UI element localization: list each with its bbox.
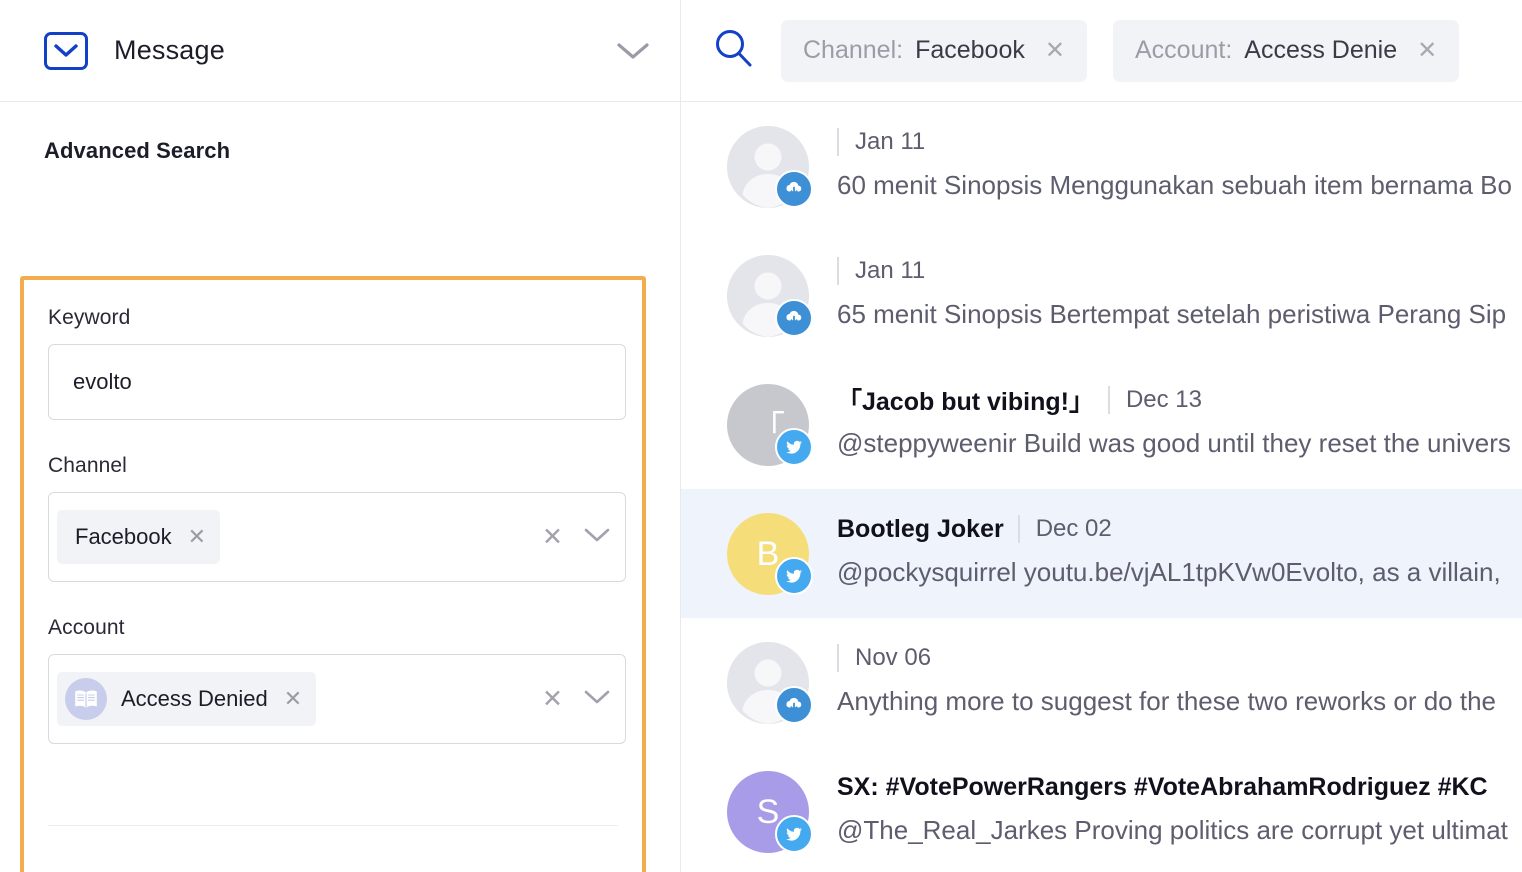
avatar: B bbox=[727, 513, 813, 595]
advanced-search-panel: Message Advanced Search Keyword Channel bbox=[0, 0, 681, 872]
filter-chip-account-value: Access Denie bbox=[1244, 36, 1398, 64]
advanced-search-title: Advanced Search bbox=[44, 138, 231, 163]
meta-divider bbox=[837, 128, 839, 156]
channel-tag[interactable]: Facebook ✕ bbox=[57, 510, 221, 564]
panel-header: Message bbox=[0, 0, 680, 102]
message-meta: Bootleg Joker Dec 02 bbox=[837, 511, 1522, 547]
message-date: Dec 02 bbox=[1035, 515, 1112, 542]
message-row[interactable]: Jan 11 65 menit Sinopsis Bertempat setela… bbox=[681, 231, 1522, 360]
twitter-icon bbox=[775, 428, 813, 466]
message-snippet: @pockysquirrel youtu.be/vjAL1tpKVw0Evolt… bbox=[837, 557, 1501, 587]
account-select[interactable]: Access Denied ✕ ✕ bbox=[48, 654, 626, 744]
account-dropdown-chevron-down-icon[interactable] bbox=[583, 688, 611, 710]
avatar bbox=[727, 126, 813, 208]
channel-clear-close-icon[interactable]: ✕ bbox=[542, 524, 563, 550]
keyword-field-group: Keyword bbox=[48, 306, 626, 420]
message-list: Jan 11 60 menit Sinopsis Menggunakan sebu… bbox=[681, 102, 1522, 872]
channel-dropdown-chevron-down-icon[interactable] bbox=[583, 526, 611, 548]
form-divider bbox=[48, 825, 618, 826]
avatar: 「 bbox=[727, 384, 813, 466]
channel-field-group: Channel Facebook ✕ ✕ bbox=[48, 454, 626, 582]
filter-chip-account-close-icon[interactable]: ✕ bbox=[1417, 36, 1437, 65]
account-field-group: Account Access Denied ✕ ✕ bbox=[48, 616, 626, 744]
book-icon bbox=[65, 678, 107, 720]
filter-chip-channel[interactable]: Channel: Facebook ✕ bbox=[781, 19, 1087, 82]
filter-chip-channel-key: Channel: bbox=[803, 36, 904, 64]
message-row[interactable]: 「「Jacob but vibing!」 Dec 13 @steppyweenir … bbox=[681, 360, 1522, 489]
message-body: Jan 11 65 menit Sinopsis Bertempat setela… bbox=[837, 253, 1522, 330]
account-tag-close-icon[interactable]: ✕ bbox=[284, 688, 302, 710]
keyword-label: Keyword bbox=[48, 306, 131, 329]
advanced-search-body: Advanced Search Keyword Channel Facebook… bbox=[0, 102, 680, 872]
avatar bbox=[727, 642, 813, 724]
cloud-download-icon bbox=[775, 686, 813, 724]
filter-chip-channel-value: Facebook bbox=[915, 36, 1025, 64]
channel-tag-close-icon[interactable]: ✕ bbox=[188, 526, 206, 548]
message-row[interactable]: B Bootleg Joker Dec 02 @pockysquirrel youtu… bbox=[681, 489, 1522, 618]
meta-divider bbox=[837, 257, 839, 285]
cloud-download-icon bbox=[775, 299, 813, 337]
twitter-icon bbox=[775, 557, 813, 595]
search-bar: Channel: Facebook ✕ Account: Access Deni… bbox=[681, 0, 1522, 102]
message-date: Jan 11 bbox=[855, 128, 926, 155]
message-body: Bootleg Joker Dec 02 @pockysquirrel youtu.… bbox=[837, 511, 1522, 588]
meta-divider bbox=[1017, 515, 1020, 543]
advanced-search-form-highlight: Keyword Channel Facebook ✕ ✕ bbox=[20, 276, 646, 872]
app-root: Message Advanced Search Keyword Channel bbox=[0, 0, 1522, 872]
account-label: Account bbox=[48, 616, 125, 639]
meta-divider bbox=[837, 644, 839, 672]
channel-label: Channel bbox=[48, 454, 127, 477]
message-body: SX: #VotePowerRangers #VoteAbrahamRodrig… bbox=[837, 769, 1522, 846]
message-meta: Jan 11 bbox=[837, 124, 1522, 160]
message-author: Bootleg Joker bbox=[837, 514, 1004, 543]
message-meta: Nov 06 bbox=[837, 640, 1522, 676]
message-body: 「Jacob but vibing!」 Dec 13 @steppyweenir B… bbox=[837, 382, 1522, 459]
message-meta: Jan 11 bbox=[837, 253, 1522, 289]
message-date: Jan 11 bbox=[855, 257, 926, 284]
search-icon[interactable] bbox=[711, 26, 755, 75]
message-author: SX: #VotePowerRangers #VoteAbrahamRodrig… bbox=[837, 772, 1488, 801]
panel-collapse-chevron-down-icon[interactable] bbox=[616, 41, 650, 61]
account-tag[interactable]: Access Denied ✕ bbox=[57, 672, 317, 726]
twitter-icon bbox=[775, 815, 813, 853]
message-date: Nov 06 bbox=[855, 644, 932, 671]
avatar: S bbox=[727, 771, 813, 853]
filter-chip-channel-close-icon[interactable]: ✕ bbox=[1045, 36, 1065, 65]
panel-title: Message bbox=[114, 35, 225, 65]
channel-select-actions: ✕ bbox=[542, 524, 611, 550]
message-snippet: 65 menit Sinopsis Bertempat setelah peri… bbox=[837, 299, 1507, 329]
message-envelope-icon bbox=[44, 31, 88, 70]
message-snippet: @The_Real_Jarkes Proving politics are co… bbox=[837, 815, 1508, 845]
avatar bbox=[727, 255, 813, 337]
message-snippet: 60 menit Sinopsis Menggunakan sebuah ite… bbox=[837, 170, 1512, 200]
account-tag-label: Access Denied bbox=[121, 686, 268, 711]
keyword-input[interactable] bbox=[48, 344, 626, 420]
message-meta: 「Jacob but vibing!」 Dec 13 bbox=[837, 382, 1522, 418]
message-row[interactable]: Nov 06 Anything more to suggest for these… bbox=[681, 618, 1522, 747]
message-author: 「Jacob but vibing!」 bbox=[837, 388, 1094, 416]
message-meta: SX: #VotePowerRangers #VoteAbrahamRodrig… bbox=[837, 769, 1522, 805]
cloud-download-icon bbox=[775, 170, 813, 208]
message-row[interactable]: Jan 11 60 menit Sinopsis Menggunakan sebu… bbox=[681, 102, 1522, 231]
channel-tag-label: Facebook bbox=[75, 524, 172, 549]
account-select-actions: ✕ bbox=[542, 686, 611, 712]
message-body: Jan 11 60 menit Sinopsis Menggunakan sebu… bbox=[837, 124, 1522, 201]
message-body: Nov 06 Anything more to suggest for these… bbox=[837, 640, 1522, 717]
channel-select[interactable]: Facebook ✕ ✕ bbox=[48, 492, 626, 582]
account-clear-close-icon[interactable]: ✕ bbox=[542, 686, 563, 712]
meta-divider bbox=[1107, 386, 1110, 414]
filter-chip-account-key: Account: bbox=[1134, 36, 1233, 64]
message-results-panel: Channel: Facebook ✕ Account: Access Deni… bbox=[681, 0, 1522, 872]
filter-chip-account[interactable]: Account: Access Denie ✕ bbox=[1112, 19, 1460, 82]
message-snippet: @steppyweenir Build was good until they … bbox=[837, 428, 1511, 458]
message-date: Dec 13 bbox=[1125, 386, 1202, 413]
message-snippet: Anything more to suggest for these two r… bbox=[837, 686, 1497, 716]
message-row[interactable]: S SX: #VotePowerRangers #VoteAbrahamRodri… bbox=[681, 747, 1522, 872]
